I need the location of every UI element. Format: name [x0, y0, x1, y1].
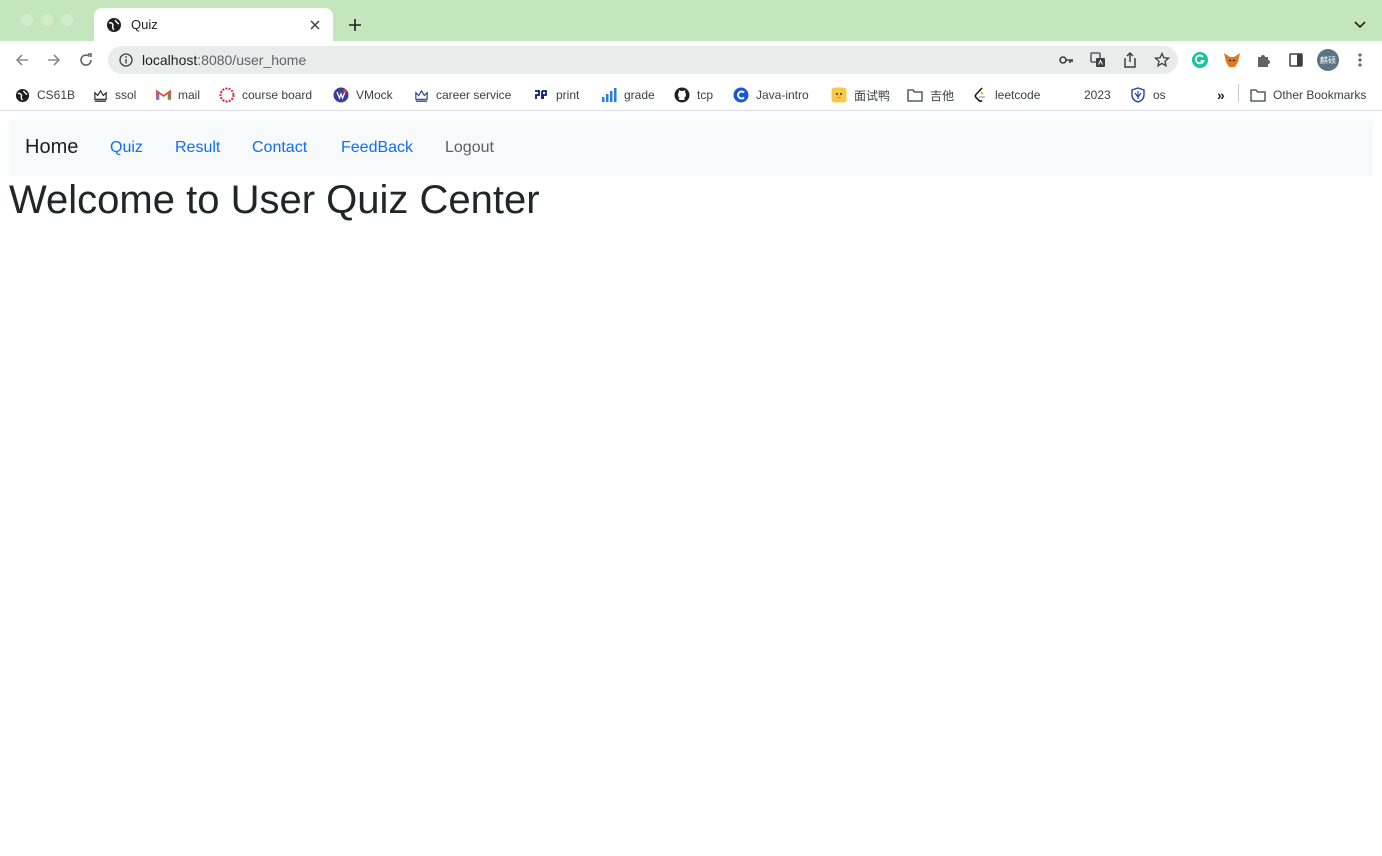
window-controls[interactable]: [21, 14, 73, 26]
gmail-icon: [155, 87, 171, 103]
nav-link-feedback[interactable]: FeedBack: [341, 139, 413, 157]
side-panel-icon[interactable]: [1286, 50, 1306, 70]
minimize-window-button[interactable]: [41, 14, 53, 26]
bookmark-item[interactable]: tcp: [674, 84, 713, 106]
chevron-down-icon: [1354, 21, 1366, 29]
maximize-window-button[interactable]: [61, 14, 73, 26]
bookmarks-overflow-button[interactable]: »: [1217, 84, 1225, 106]
globe-icon: [106, 17, 122, 33]
bookmark-folder[interactable]: 吉他: [907, 84, 954, 106]
bookmark-item[interactable]: os: [1130, 84, 1166, 106]
bookmark-item[interactable]: 2023: [1084, 84, 1111, 106]
bookmark-item[interactable]: course board: [219, 84, 312, 106]
bookmark-item[interactable]: 面试鸭: [831, 84, 890, 106]
print-logo-icon: [533, 87, 549, 103]
extensions-puzzle-icon[interactable]: [1254, 50, 1274, 70]
nav-link-quiz[interactable]: Quiz: [110, 139, 143, 157]
forward-button[interactable]: [45, 51, 63, 69]
bookmark-item[interactable]: ssol: [92, 84, 136, 106]
metamask-fox-icon[interactable]: [1222, 50, 1242, 70]
bookmarks-bar: CS61B ssol mail course board VMock caree…: [0, 79, 1382, 111]
reload-icon: [80, 53, 92, 66]
duck-icon: [831, 87, 847, 103]
shield-icon: [1130, 87, 1146, 103]
bars-icon: [601, 87, 617, 103]
nav-link-result[interactable]: Result: [175, 139, 220, 157]
bookmark-item[interactable]: CS61B: [14, 84, 75, 106]
key-icon[interactable]: [1058, 52, 1074, 68]
site-navbar: Home Quiz Result Contact FeedBack Logout: [9, 120, 1373, 176]
profile-avatar[interactable]: 麒硕: [1317, 49, 1339, 71]
vmock-icon: [333, 87, 349, 103]
kebab-menu-icon[interactable]: [1350, 50, 1370, 70]
url-path: :8080/user_home: [197, 52, 307, 68]
c-logo-icon: [733, 87, 749, 103]
url-host: localhost: [142, 52, 198, 68]
close-window-button[interactable]: [21, 14, 33, 26]
bookmarks-divider: [1238, 84, 1239, 102]
crown-icon: [92, 87, 108, 103]
nav-brand-home[interactable]: Home: [25, 136, 78, 159]
arrow-left-icon: [15, 54, 28, 66]
folder-icon: [1250, 87, 1266, 103]
ring-icon: [219, 87, 235, 103]
arrow-right-icon: [48, 54, 61, 66]
close-icon[interactable]: [307, 17, 323, 33]
bookmark-item[interactable]: VMock: [333, 84, 393, 106]
tab-active[interactable]: Quiz: [94, 8, 333, 41]
leetcode-icon: [972, 87, 988, 103]
nav-link-contact[interactable]: Contact: [252, 139, 307, 157]
bookmark-item[interactable]: career service: [413, 84, 511, 106]
share-icon[interactable]: [1122, 52, 1138, 68]
crown-icon: [413, 87, 429, 103]
browser-toolbar: localhost:8080/user_home: [0, 41, 1382, 79]
bookmark-item[interactable]: print: [533, 84, 579, 106]
url-text[interactable]: localhost:8080/user_home: [142, 52, 306, 68]
nav-link-logout[interactable]: Logout: [445, 139, 494, 157]
bookmark-star-icon[interactable]: [1154, 52, 1170, 68]
bookmark-item[interactable]: mail: [155, 84, 200, 106]
page-title: Welcome to User Quiz Center: [9, 178, 540, 222]
tab-search-button[interactable]: [1352, 16, 1368, 32]
bookmark-item[interactable]: Java-intro: [733, 84, 809, 106]
tab-strip: Quiz: [0, 0, 1382, 41]
bookmark-item[interactable]: leetcode: [972, 84, 1040, 106]
reload-button[interactable]: [77, 51, 95, 69]
new-tab-button[interactable]: [345, 15, 365, 35]
folder-icon: [907, 87, 923, 103]
back-button[interactable]: [13, 51, 31, 69]
grammarly-icon[interactable]: [1190, 50, 1210, 70]
bookmark-item[interactable]: grade: [601, 84, 655, 106]
plus-icon: [349, 19, 361, 31]
github-icon: [674, 87, 690, 103]
tab-title: Quiz: [131, 17, 158, 32]
info-icon[interactable]: [119, 53, 133, 67]
address-bar[interactable]: localhost:8080/user_home: [108, 46, 1178, 74]
other-bookmarks-folder[interactable]: Other Bookmarks: [1250, 84, 1366, 106]
globe-icon: [14, 87, 30, 103]
translate-icon[interactable]: [1090, 52, 1106, 68]
